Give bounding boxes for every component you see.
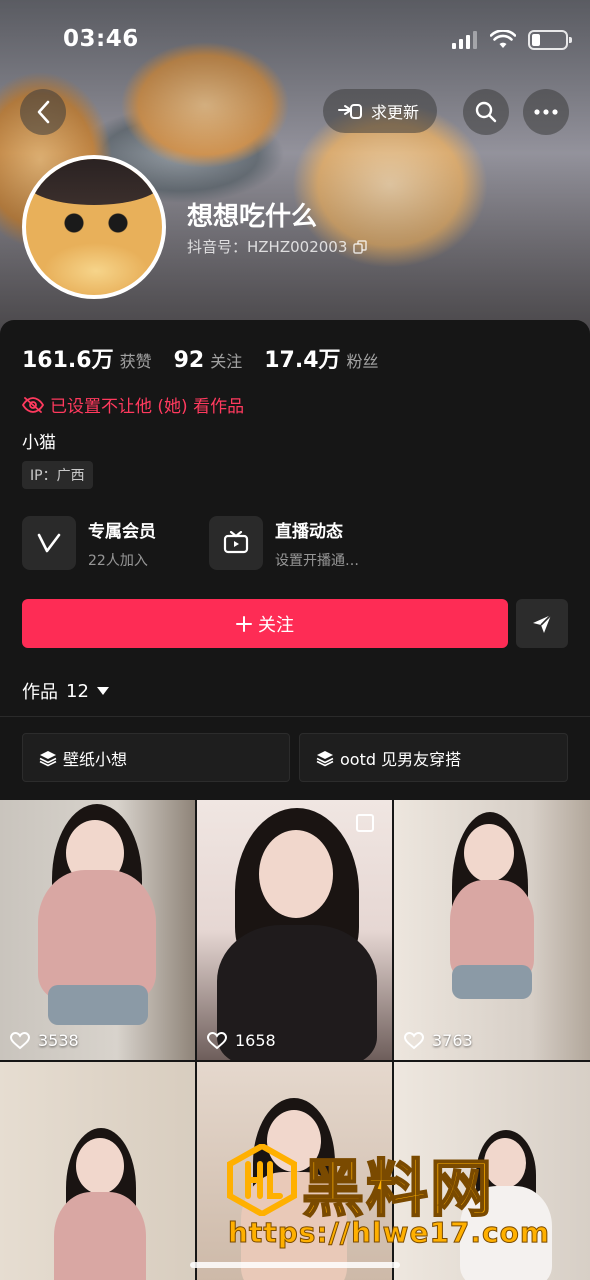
works-tab[interactable]: 作品 12 [22,678,109,704]
profile-info-panel: 161.6万 获赞 92 关注 17.4万 粉丝 已设置不让他 (她) 看作品 … [0,320,590,800]
like-count-value: 3538 [38,1031,79,1050]
more-button[interactable] [523,89,569,135]
heart-icon [10,1031,30,1049]
stat-value: 17.4万 [264,348,341,373]
watermark: 黑料网 https://hlwe17.com [222,1138,562,1258]
like-count: 1658 [207,1031,276,1050]
feature-icon-box [22,516,76,570]
feature-icon-box [209,516,263,570]
stat-label: 获赞 [119,352,152,371]
collection-chip[interactable]: ootd 见男友穿搭 [299,733,568,782]
works-tab-label: 作品 [22,682,58,703]
send-icon [533,613,552,633]
profile-stats: 161.6万 获赞 92 关注 17.4万 粉丝 [22,342,379,374]
thumbnail-figure [452,965,532,999]
request-update-label: 求更新 [371,103,420,122]
feature-title: 专属会员 [88,521,156,542]
thumbnail-figure [259,830,333,918]
like-count-value: 1658 [235,1031,276,1050]
more-icon [534,109,558,115]
thumbnail-figure [48,985,148,1025]
layers-icon [39,750,57,766]
like-count: 3538 [10,1031,79,1050]
search-button[interactable] [463,89,509,135]
status-time: 03:46 [63,26,139,52]
status-bar: 03:46 [0,24,590,58]
status-icons [452,30,572,50]
privacy-notice-text: 已设置不让他 (她) 看作品 [50,397,245,417]
stat-following[interactable]: 92 关注 [174,348,243,373]
chevron-left-icon [37,100,50,124]
bio: 小猫 [22,433,56,453]
caret-down-icon [96,687,109,695]
plus-icon [236,615,252,632]
collection-chip[interactable]: 壁纸小想 [22,733,290,782]
multi-image-icon [356,814,374,832]
video-thumbnail[interactable]: 1658 [197,800,392,1060]
privacy-notice[interactable]: 已设置不让他 (她) 看作品 [22,392,244,417]
like-count-value: 3763 [432,1031,473,1050]
feature-subtitle: 设置开播通… [275,552,359,569]
follow-button[interactable]: 关注 [22,599,508,648]
divider [0,716,590,717]
feature-title: 直播动态 [275,521,343,542]
stat-label: 粉丝 [346,352,379,371]
collection-label: 壁纸小想 [63,749,128,769]
tv-icon [223,531,249,554]
thumbnail-figure [76,1138,124,1194]
avatar[interactable] [22,155,166,299]
exclusive-membership-entry[interactable]: 专属会员 22人加入 [22,516,156,570]
request-update-button[interactable]: 求更新 [323,89,438,133]
layers-icon [316,750,334,766]
profile-id[interactable]: 抖音号：HZHZ002003 [187,236,368,257]
feature-subtitle: 22人加入 [88,552,148,569]
like-count: 3763 [404,1031,473,1050]
video-thumbnail[interactable] [0,1062,195,1280]
wifi-icon [490,30,516,48]
watermark-title: 黑料网 [301,1151,495,1226]
eye-hidden-icon [22,396,44,413]
vip-v-icon [37,533,61,553]
ip-location-tag: IP：广西 [22,461,93,489]
pointing-hand-icon [338,104,362,119]
profile-id-text: 抖音号：HZHZ002003 [187,238,348,256]
thumbnail-figure [38,870,156,1000]
heart-icon [207,1031,227,1049]
stat-value: 92 [173,348,205,373]
search-icon [475,101,497,123]
heart-icon [404,1031,424,1049]
collection-label: ootd 见男友穿搭 [340,749,462,769]
battery-icon [528,30,572,50]
stat-likes[interactable]: 161.6万 获赞 [22,342,152,374]
thumbnail-figure [54,1192,146,1280]
copy-icon[interactable] [353,239,368,254]
works-tab-count: 12 [66,680,89,702]
signal-icon [452,31,477,49]
video-thumbnail[interactable]: 3763 [394,800,590,1060]
stat-followers[interactable]: 17.4万 粉丝 [264,342,378,374]
stat-label: 关注 [210,352,243,371]
watermark-logo-icon [227,1144,297,1216]
home-indicator[interactable] [190,1262,400,1268]
watermark-url: https://hlwe17.com [227,1216,551,1250]
profile-name: 想想吃什么 [187,202,318,232]
live-updates-entry[interactable]: 直播动态 设置开播通… [209,516,359,570]
video-thumbnail[interactable]: 3538 [0,800,195,1060]
share-button[interactable] [516,599,568,648]
thumbnail-figure [464,824,514,882]
follow-button-label: 关注 [258,614,294,636]
stat-value: 161.6万 [22,348,114,373]
back-button[interactable] [20,89,66,135]
